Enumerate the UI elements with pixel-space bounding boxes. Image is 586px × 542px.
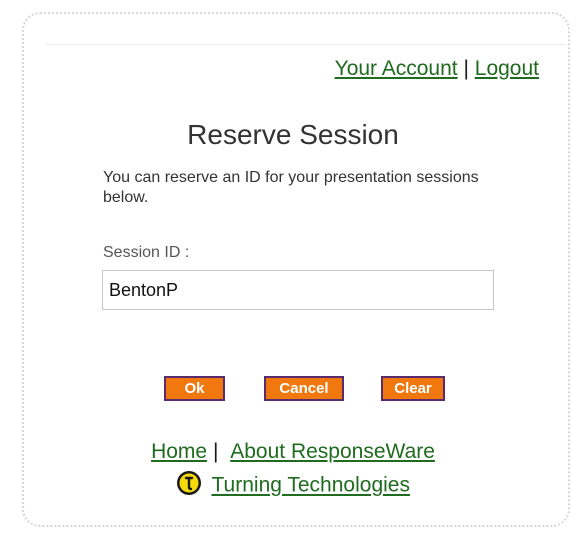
account-links: Your Account | Logout (335, 57, 539, 81)
header-divider (45, 44, 565, 45)
home-link[interactable]: Home (151, 440, 207, 463)
your-account-link[interactable]: Your Account (335, 57, 458, 80)
session-id-input[interactable] (102, 270, 494, 310)
company-row: Turning Technologies (0, 470, 586, 499)
ok-button[interactable]: Ok (164, 376, 225, 401)
logout-link[interactable]: Logout (475, 57, 539, 80)
account-separator: | (463, 57, 469, 80)
page-title: Reserve Session (187, 119, 399, 150)
footer-links: Home | About ResponseWare (0, 440, 586, 464)
cancel-button[interactable]: Cancel (264, 376, 344, 401)
footer-separator: | (212, 440, 219, 463)
clear-button[interactable]: Clear (381, 376, 445, 401)
turning-technologies-logo-icon (176, 470, 202, 496)
session-id-label: Session ID : (103, 244, 190, 261)
about-responseware-link[interactable]: About ResponseWare (230, 440, 435, 463)
turning-technologies-link[interactable]: Turning Technologies (212, 474, 410, 497)
page-description: You can reserve an ID for your presentat… (103, 169, 479, 206)
